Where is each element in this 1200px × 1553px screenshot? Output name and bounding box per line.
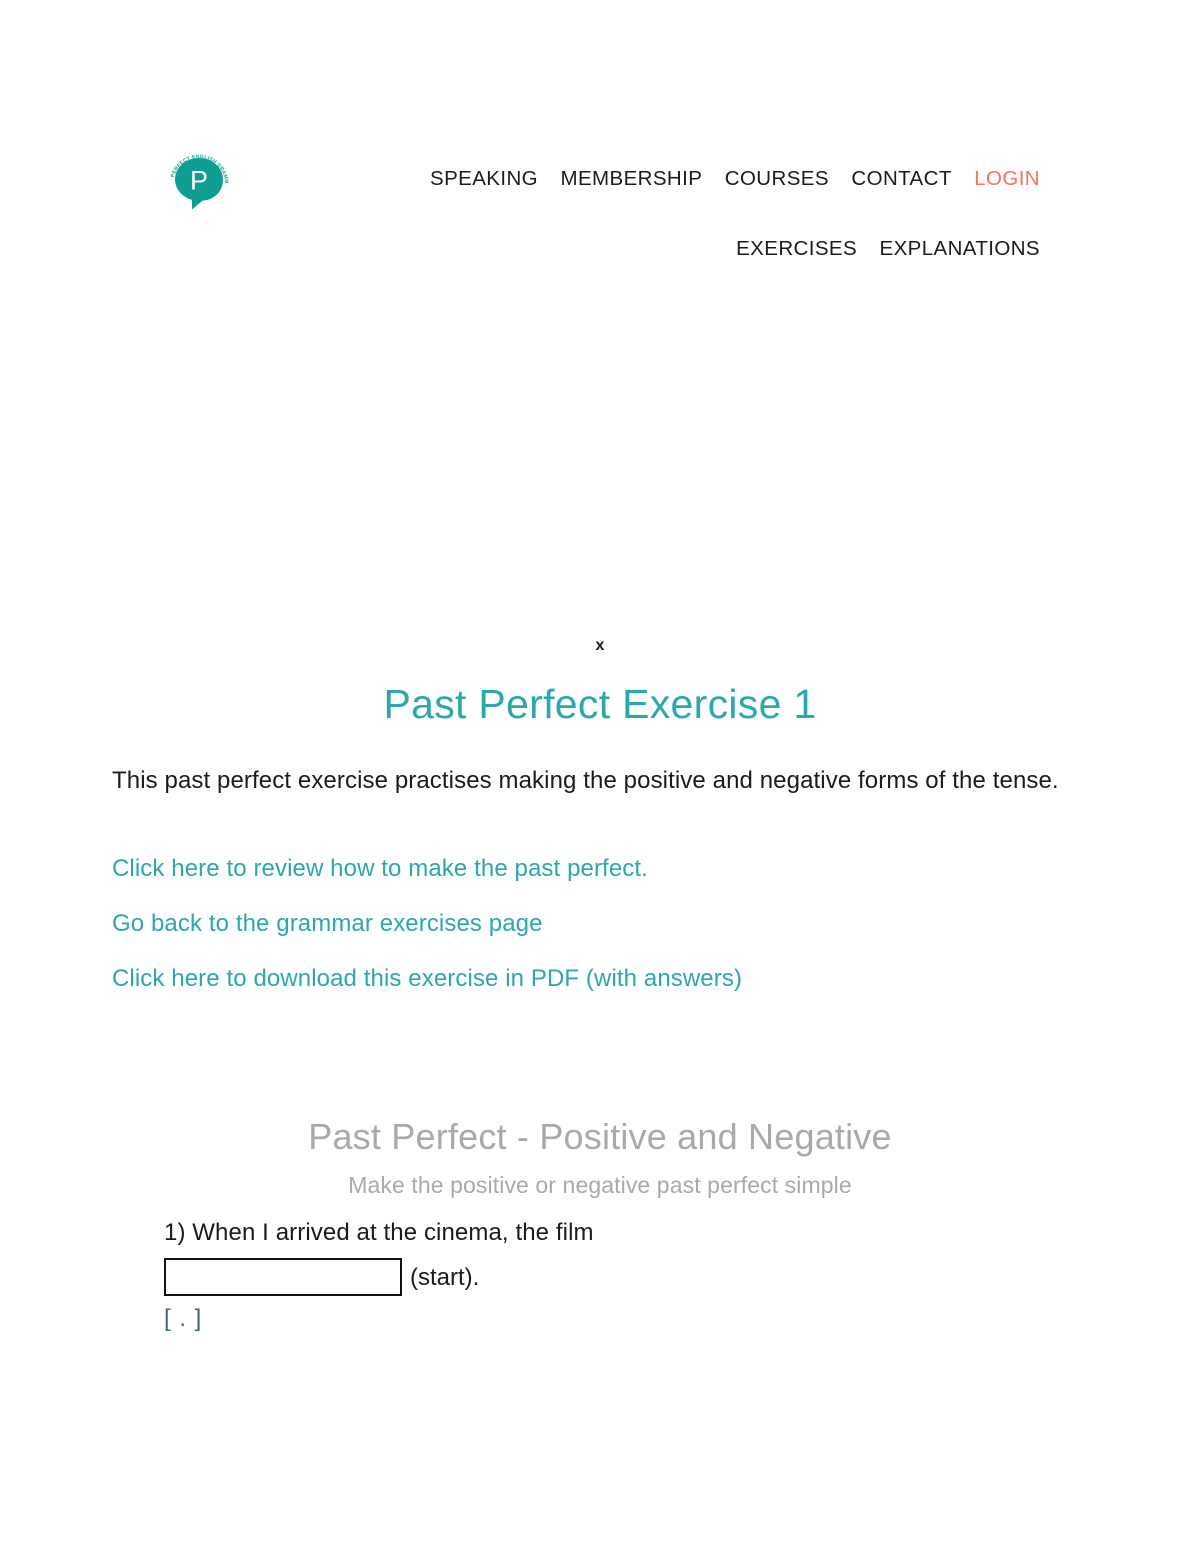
primary-navigation: SPEAKING MEMBERSHIP COURSES CONTACT LOGI… [0, 166, 1040, 192]
nav-item-exercises[interactable]: EXERCISES [736, 236, 857, 262]
link-review-past-perfect[interactable]: Click here to review how to make the pas… [112, 855, 648, 882]
list-item: Click here to review how to make the pas… [112, 854, 1088, 884]
nav-item-membership[interactable]: MEMBERSHIP [560, 166, 702, 192]
main-content: Past Perfect Exercise 1 This past perfec… [0, 676, 1200, 1334]
answer-input[interactable] [164, 1258, 402, 1296]
question-block: 1) When I arrived at the cinema, the fil… [0, 1216, 1200, 1334]
exercise-title: Past Perfect - Positive and Negative [308, 1116, 892, 1157]
link-download-pdf[interactable]: Click here to download this exercise in … [112, 965, 742, 992]
nav-item-explanations[interactable]: EXPLANATIONS [880, 236, 1041, 262]
secondary-navigation: EXERCISES EXPLANATIONS [0, 236, 1040, 262]
advertisement-slot [0, 290, 1200, 630]
question-prompt: 1) When I arrived at the cinema, the fil… [164, 1219, 594, 1246]
intro-paragraph: This past perfect exercise practises mak… [112, 767, 1059, 794]
page-title: Past Perfect Exercise 1 [383, 681, 817, 727]
ad-close-icon[interactable]: x [0, 636, 1200, 656]
site-header: P PERFECT ENGLISH GRAMMAR SPEAKING MEMBE… [0, 0, 1200, 290]
list-item: Go back to the grammar exercises page [112, 909, 1088, 939]
exercise-subtitle: Make the positive or negative past perfe… [348, 1172, 852, 1198]
nav-item-contact[interactable]: CONTACT [851, 166, 951, 192]
nav-item-speaking[interactable]: SPEAKING [430, 166, 538, 192]
exercise-widget: Past Perfect - Positive and Negative Mak… [0, 1114, 1200, 1334]
answer-suffix: (start). [410, 1263, 480, 1291]
hint-marker[interactable]: [ . ] [164, 1304, 1200, 1334]
nav-item-login[interactable]: LOGIN [974, 166, 1040, 192]
answer-row: (start). [164, 1258, 1200, 1296]
page-root: P PERFECT ENGLISH GRAMMAR SPEAKING MEMBE… [0, 0, 1200, 1553]
list-item: Click here to download this exercise in … [112, 964, 1088, 994]
link-grammar-exercises-page[interactable]: Go back to the grammar exercises page [112, 910, 543, 937]
nav-item-courses[interactable]: COURSES [725, 166, 829, 192]
resource-link-list: Click here to review how to make the pas… [0, 854, 1200, 994]
